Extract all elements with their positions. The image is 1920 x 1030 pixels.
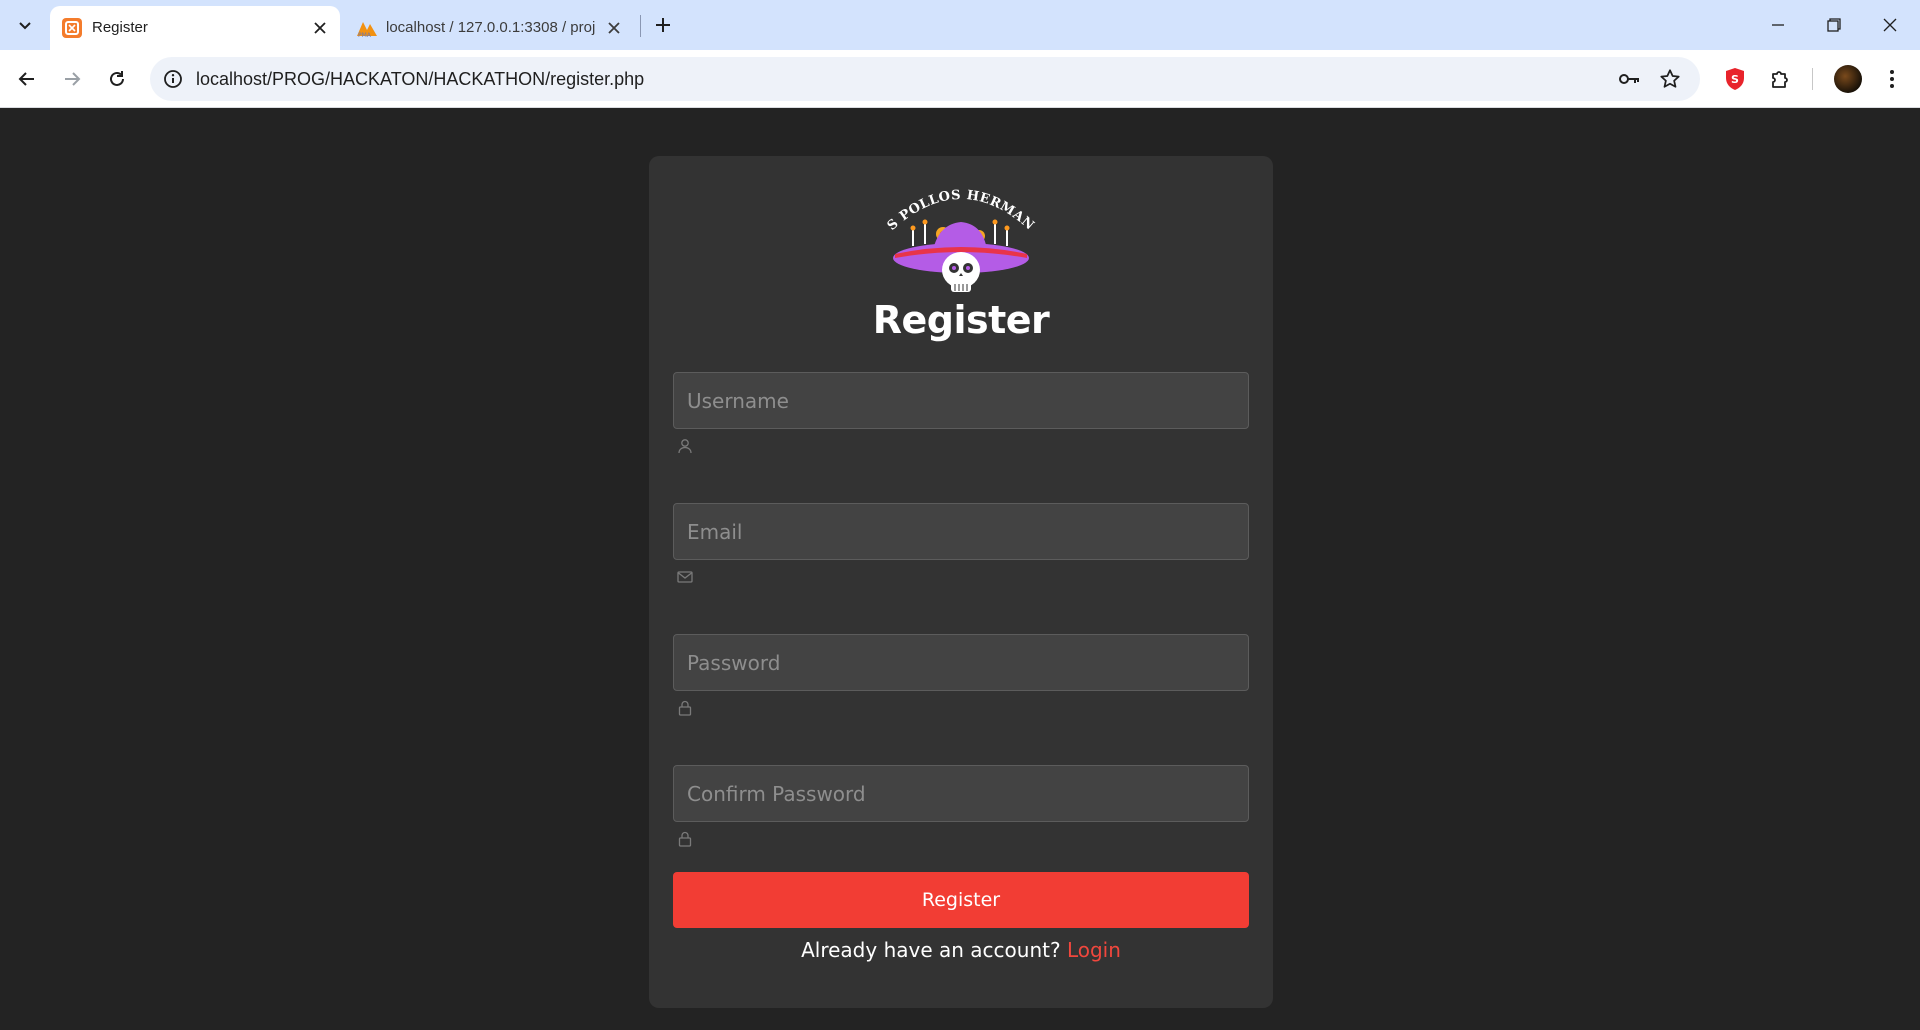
plus-icon bbox=[656, 18, 670, 32]
phpmyadmin-favicon-icon: PMA bbox=[356, 18, 377, 39]
close-tab-icon[interactable] bbox=[310, 18, 330, 38]
password-input[interactable] bbox=[673, 634, 1249, 691]
browser-menu-button[interactable] bbox=[1878, 65, 1906, 93]
new-tab-button[interactable] bbox=[648, 8, 678, 42]
tab-strip: Register PMA localhost / 127.0.0.1:3308 … bbox=[0, 0, 1920, 50]
login-prompt: Already have an account? Login bbox=[649, 936, 1273, 964]
arrow-left-icon bbox=[18, 72, 34, 86]
close-window-button[interactable] bbox=[1862, 0, 1918, 50]
browser-toolbar: localhost/PROG/HACKATON/HACKATHON/regist… bbox=[0, 50, 1920, 108]
user-icon bbox=[676, 437, 694, 455]
address-bar[interactable]: localhost/PROG/HACKATON/HACKATHON/regist… bbox=[150, 57, 1700, 101]
minimize-button[interactable] bbox=[1750, 0, 1806, 50]
shield-extension-button[interactable]: S bbox=[1721, 65, 1749, 93]
star-icon bbox=[1660, 69, 1680, 88]
reload-icon bbox=[110, 71, 124, 86]
page-title: Register bbox=[872, 298, 1050, 342]
profile-avatar[interactable] bbox=[1834, 65, 1862, 93]
minimize-icon bbox=[1772, 24, 1784, 26]
back-button[interactable] bbox=[9, 61, 45, 97]
close-icon bbox=[1883, 18, 1897, 32]
page-body: LOS POLLOS HERMANOS bbox=[0, 109, 1920, 1030]
reload-button[interactable] bbox=[99, 61, 135, 97]
tab-title: localhost / 127.0.0.1:3308 / proj bbox=[386, 19, 596, 36]
lock-icon bbox=[676, 830, 694, 848]
toolbar-separator bbox=[1812, 68, 1813, 90]
svg-text:PMA: PMA bbox=[358, 32, 372, 38]
restore-button[interactable] bbox=[1806, 0, 1862, 50]
register-button[interactable]: Register bbox=[673, 872, 1249, 928]
chevron-down-icon bbox=[19, 22, 31, 30]
envelope-icon bbox=[676, 568, 694, 586]
shield-icon: S bbox=[1726, 68, 1744, 90]
info-icon bbox=[164, 70, 182, 88]
tab-register[interactable]: Register bbox=[50, 6, 340, 50]
bookmark-button[interactable] bbox=[1658, 67, 1682, 91]
close-tab-icon[interactable] bbox=[604, 18, 624, 38]
site-info-button[interactable] bbox=[162, 68, 184, 90]
tab-title: Register bbox=[92, 19, 148, 36]
lock-icon bbox=[676, 699, 694, 717]
password-manager-button[interactable] bbox=[1617, 67, 1641, 91]
restore-icon bbox=[1827, 18, 1841, 32]
url-text[interactable]: localhost/PROG/HACKATON/HACKATHON/regist… bbox=[196, 57, 644, 101]
tab-phpmyadmin[interactable]: PMA localhost / 127.0.0.1:3308 / proj bbox=[344, 6, 634, 50]
forward-button[interactable] bbox=[54, 61, 90, 97]
login-link[interactable]: Login bbox=[1067, 938, 1121, 962]
los-pollos-hermanos-logo: LOS POLLOS HERMANOS bbox=[881, 178, 1037, 292]
username-input[interactable] bbox=[673, 372, 1249, 429]
xampp-favicon-icon bbox=[62, 18, 82, 38]
tab-separator bbox=[640, 15, 641, 37]
puzzle-icon bbox=[1772, 71, 1788, 88]
register-card: LOS POLLOS HERMANOS bbox=[649, 156, 1273, 1008]
arrow-right-icon bbox=[65, 72, 81, 86]
confirm-password-input[interactable] bbox=[673, 765, 1249, 822]
key-icon bbox=[1619, 74, 1639, 84]
svg-text:S: S bbox=[1731, 73, 1739, 86]
extensions-button[interactable] bbox=[1767, 65, 1795, 93]
email-input[interactable] bbox=[673, 503, 1249, 560]
kebab-menu-icon bbox=[1890, 70, 1894, 88]
login-prompt-text: Already have an account? bbox=[801, 938, 1061, 962]
tab-search-button[interactable] bbox=[8, 8, 42, 42]
